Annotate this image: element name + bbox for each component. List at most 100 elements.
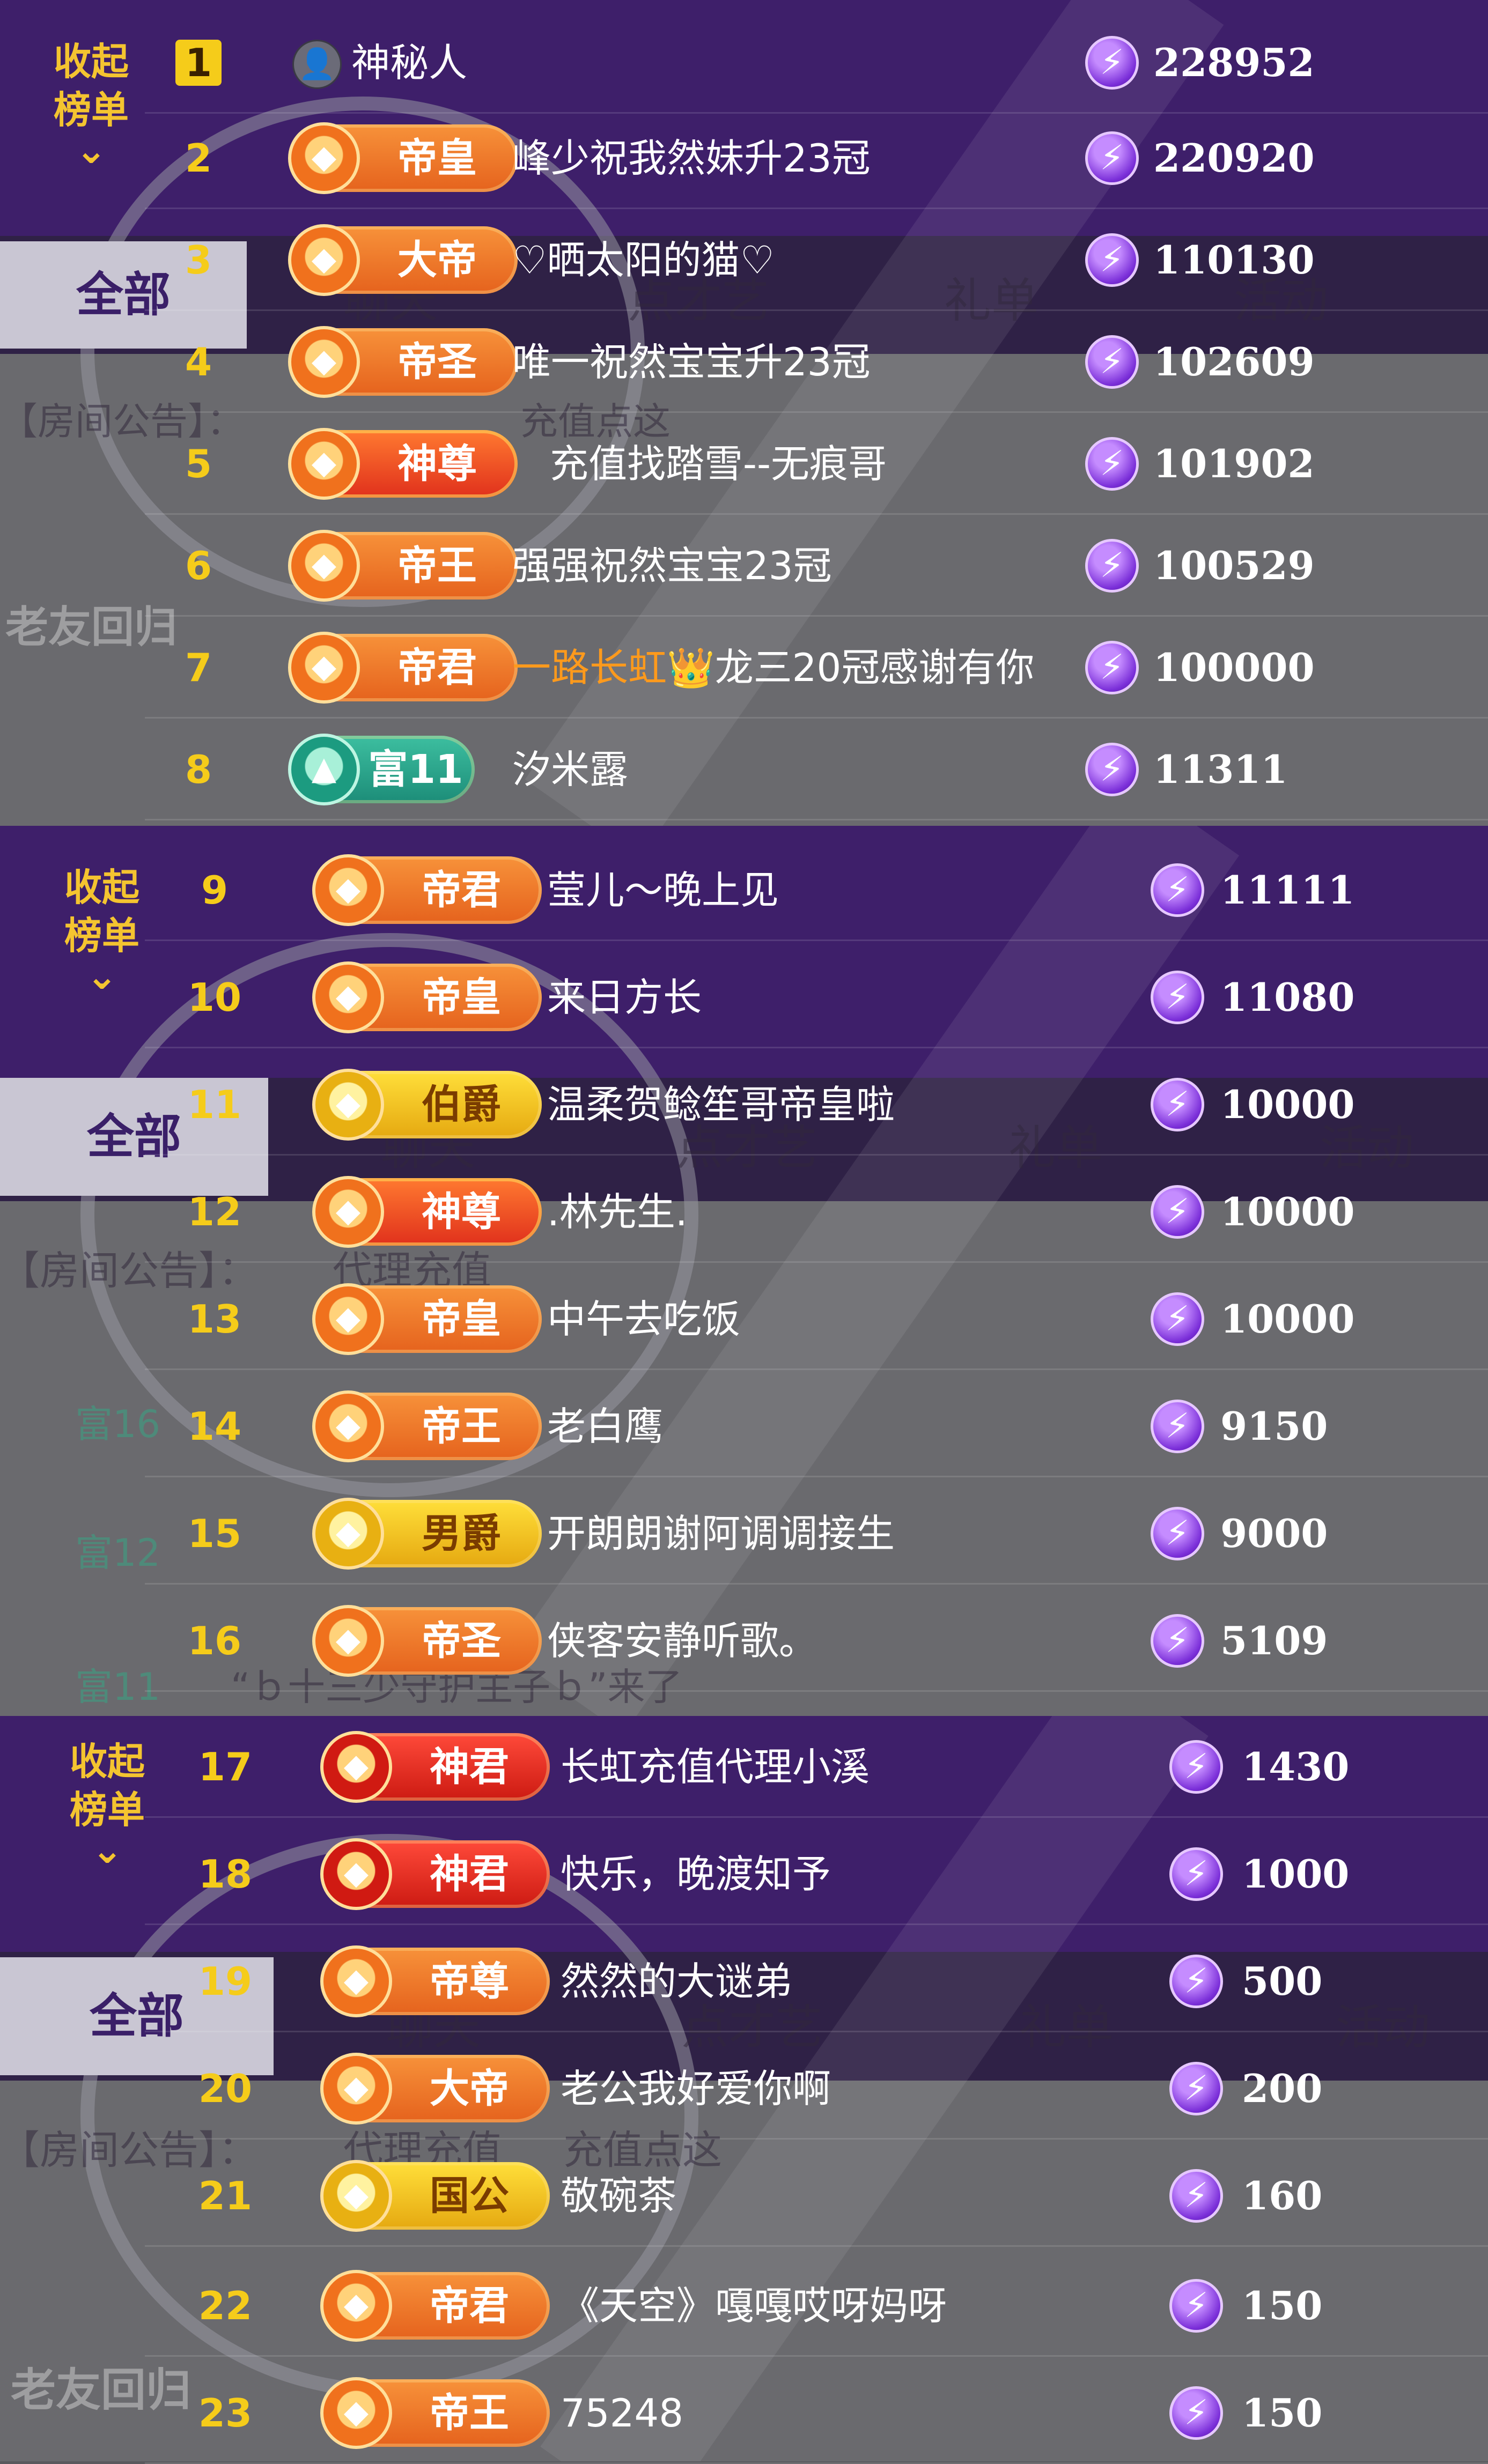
rank-number: 5 (185, 441, 212, 486)
user-name[interactable]: 汐米露 (512, 719, 628, 820)
ranking-row[interactable]: 17 ◆ 神君 长虹充值代理小溪 ⚡ 1430 (0, 1716, 1488, 1818)
contribution-value: 220920 (1153, 135, 1315, 181)
user-name[interactable]: 温柔贺鲶笙哥帝皇啦 (547, 1054, 895, 1156)
user-name[interactable]: 侠客安静听歌。 (547, 1590, 817, 1692)
rank-number: 8 (185, 747, 212, 792)
user-name[interactable]: ♡晒太阳的猫♡ (512, 209, 775, 311)
ranking-row[interactable]: 19 ◆ 帝尊 然然的大谜弟 ⚡ 500 (0, 1930, 1488, 2032)
user-name[interactable]: 老公我好爱你啊 (561, 2038, 831, 2140)
rank-number: 13 (187, 1297, 242, 1342)
row-divider (145, 2031, 1488, 2032)
user-name-text: 中午去吃饭 (547, 1297, 741, 1342)
level-badge: ◆ 帝王 (312, 1390, 542, 1462)
user-name-text: 侠客安静听歌。 (547, 1618, 818, 1663)
user-name[interactable]: 神秘人 (351, 12, 467, 114)
rank-emblem-icon: ◆ (288, 326, 360, 398)
contribution-value: 1000 (1242, 1851, 1350, 1897)
row-divider (145, 1047, 1488, 1048)
user-name[interactable]: 然然的大谜弟 (561, 1930, 792, 2032)
user-name-text: 温柔贺鲶笙哥帝皇啦 (547, 1082, 895, 1127)
user-name[interactable]: 充值找踏雪--无痕哥 (550, 413, 887, 515)
rank-emblem-icon: ◆ (320, 1731, 392, 1803)
level-badge: ◆ 大帝 (288, 224, 518, 296)
level-badge-label: 帝王 (397, 543, 477, 589)
level-badge: ◆ 帝君 (312, 854, 542, 926)
lightning-gem-icon: ⚡ (1151, 1614, 1204, 1668)
contribution-value: 102609 (1153, 339, 1315, 384)
contribution-value: 100529 (1153, 543, 1315, 588)
row-divider (145, 2138, 1488, 2140)
level-badge-label: 帝皇 (397, 135, 477, 181)
user-name[interactable]: 老白鹰 (547, 1375, 663, 1477)
ranking-row[interactable]: 3 ◆ 大帝 ♡晒太阳的猫♡ ⚡ 110130 (0, 209, 1488, 311)
ranking-row[interactable]: 22 ◆ 帝君 《天空》嘎嘎哎呀妈呀 ⚡ 150 (0, 2255, 1488, 2357)
ranking-row[interactable]: 11 ◆ 伯爵 温柔贺鲶笙哥帝皇啦 ⚡ 10000 (0, 1054, 1488, 1156)
ranking-row[interactable]: 5 ◆ 神尊 充值找踏雪--无痕哥 ⚡ 101902 (0, 413, 1488, 515)
rank-emblem-icon: ◆ (320, 2377, 392, 2449)
ranking-row[interactable]: 14 ◆ 帝王 老白鹰 ⚡ 9150 (0, 1375, 1488, 1477)
ranking-row[interactable]: 12 ◆ 神尊 .林先生. ⚡ 10000 (0, 1161, 1488, 1263)
lightning-gem-icon: ⚡ (1151, 1185, 1204, 1239)
ranking-row[interactable]: 6 ◆ 帝王 强强祝然宝宝23冠 ⚡ 100529 (0, 515, 1488, 617)
level-badge-label: 帝皇 (422, 1296, 501, 1342)
rank-number: 9 (201, 868, 229, 913)
lightning-gem-icon: ⚡ (1169, 1740, 1223, 1794)
rank-emblem-icon: ◆ (288, 428, 360, 500)
rank-emblem-icon: ◆ (288, 530, 360, 602)
rank-number: 23 (198, 2391, 253, 2436)
user-name[interactable]: 强强祝然宝宝23冠 (512, 515, 832, 617)
lightning-gem-icon: ⚡ (1151, 1400, 1204, 1453)
contribution-value: 1430 (1242, 1744, 1350, 1789)
level-badge: ◆ 帝君 (288, 632, 518, 704)
ranking-row[interactable]: 1 👤 神秘人 ⚡ 228952 (0, 12, 1488, 114)
user-name[interactable]: 莹儿～晚上见 (547, 839, 779, 941)
rank-emblem-icon: ◆ (288, 632, 360, 704)
user-name[interactable]: 峰少祝我然妹升23冠 (512, 107, 871, 209)
row-divider (145, 1476, 1488, 1477)
lightning-gem-icon: ⚡ (1169, 2279, 1223, 2333)
rank-number: 22 (198, 2283, 253, 2328)
rank-emblem-icon: ◆ (288, 224, 360, 296)
rank-emblem-icon: ◆ (320, 2053, 392, 2125)
ranking-row[interactable]: 20 ◆ 大帝 老公我好爱你啊 ⚡ 200 (0, 2038, 1488, 2140)
ranking-row[interactable]: 9 ◆ 帝君 莹儿～晚上见 ⚡ 11111 (0, 839, 1488, 941)
ranking-row[interactable]: 15 ◆ 男爵 开朗朗谢阿调调接生 ⚡ 9000 (0, 1483, 1488, 1585)
ranking-row[interactable]: 8 ▲ 富11 汐米露 ⚡ 11311 (0, 719, 1488, 820)
user-name-text: 强强祝然宝宝23冠 (512, 543, 832, 588)
ranking-row[interactable]: 10 ◆ 帝皇 来日方长 ⚡ 11080 (0, 946, 1488, 1048)
user-name[interactable]: 快乐，晚渡知予 (561, 1823, 831, 1925)
user-name[interactable]: .林先生. (547, 1161, 688, 1263)
user-name-text: 开朗朗谢阿调调接生 (547, 1511, 895, 1556)
ranking-row[interactable]: 18 ◆ 神君 快乐，晚渡知予 ⚡ 1000 (0, 1823, 1488, 1925)
mystery-avatar-icon: 👤 (292, 40, 342, 89)
user-name[interactable]: 长虹充值代理小溪 (561, 1716, 870, 1818)
rank-number: 3 (185, 238, 212, 283)
user-name[interactable]: 《天空》嘎嘎哎呀妈呀 (561, 2255, 947, 2357)
user-name[interactable]: 75248 (561, 2362, 683, 2464)
user-name[interactable]: 唯一祝然宝宝升23冠 (512, 311, 871, 413)
rank-emblem-icon: ◆ (312, 1283, 384, 1355)
ranking-row[interactable]: 16 ◆ 帝圣 侠客安静听歌。 ⚡ 5109 (0, 1590, 1488, 1692)
ranking-row[interactable]: 7 ◆ 帝君 一路长虹👑龙三20冠感谢有你 ⚡ 100000 (0, 617, 1488, 719)
level-badge: ◆ 帝圣 (288, 326, 518, 398)
user-name[interactable]: 来日方长 (547, 946, 702, 1048)
user-name[interactable]: 开朗朗谢阿调调接生 (547, 1483, 895, 1585)
ranking-row[interactable]: 23 ◆ 帝王 75248 ⚡ 150 (0, 2362, 1488, 2464)
ranking-row[interactable]: 2 ◆ 帝皇 峰少祝我然妹升23冠 ⚡ 220920 (0, 107, 1488, 209)
row-divider (145, 939, 1488, 941)
lightning-gem-icon: ⚡ (1169, 2386, 1223, 2440)
level-badge: ◆ 帝圣 (312, 1605, 542, 1677)
level-badge-label: 神尊 (397, 441, 477, 487)
user-name[interactable]: 一路长虹👑龙三20冠感谢有你 (512, 617, 1034, 719)
user-name[interactable]: 敬碗茶 (561, 2145, 676, 2247)
ranking-row[interactable]: 21 ◆ 国公 敬碗茶 ⚡ 160 (0, 2145, 1488, 2247)
level-badge-label: 大帝 (397, 237, 477, 283)
user-name-text: 充值找踏雪--无痕哥 (550, 441, 887, 486)
ranking-row[interactable]: 4 ◆ 帝圣 唯一祝然宝宝升23冠 ⚡ 102609 (0, 311, 1488, 413)
user-name-text: .林先生. (547, 1189, 688, 1234)
level-badge-label: 帝君 (430, 2283, 509, 2329)
user-name[interactable]: 中午去吃饭 (547, 1268, 740, 1370)
user-name-text: 峰少祝我然妹升23冠 (512, 136, 871, 181)
ranking-row[interactable]: 13 ◆ 帝皇 中午去吃饭 ⚡ 10000 (0, 1268, 1488, 1370)
level-badge-label: 帝圣 (422, 1618, 501, 1664)
